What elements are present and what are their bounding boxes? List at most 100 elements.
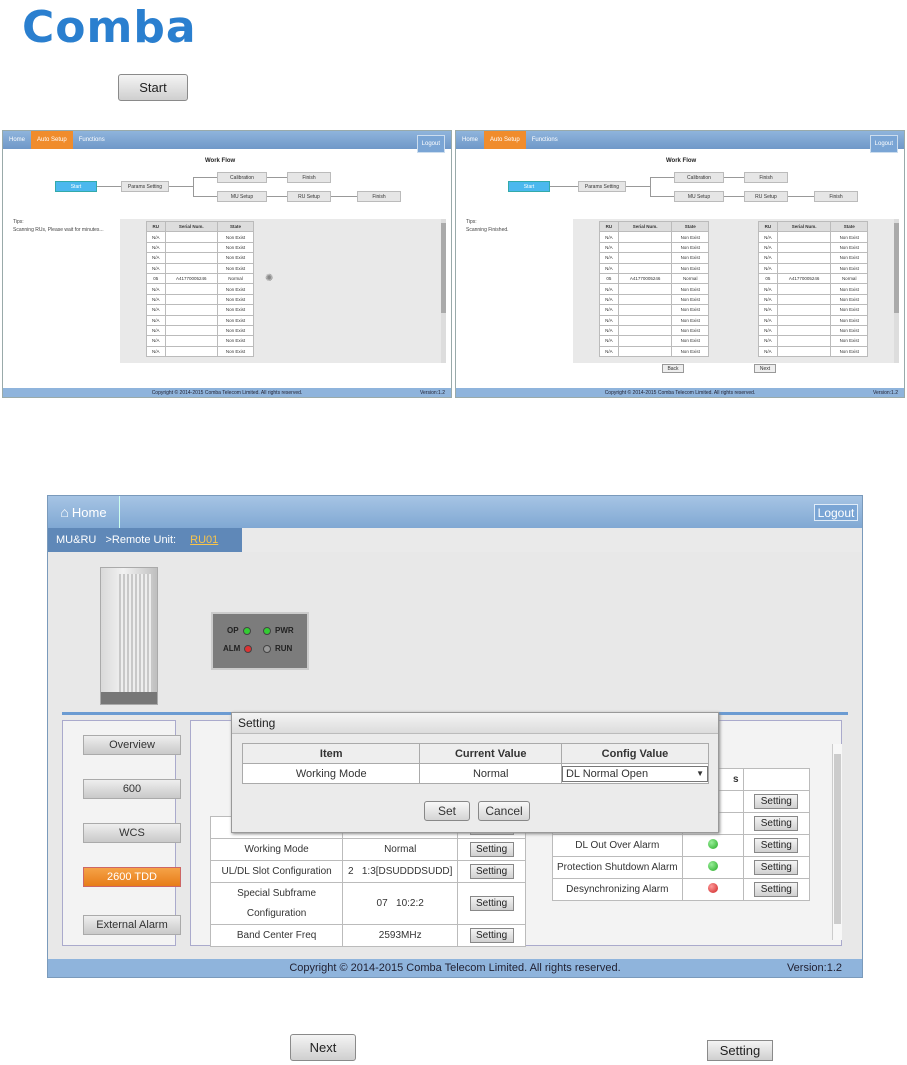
wf-calibration[interactable]: Calibration [674, 172, 724, 183]
table-cell: N/A [758, 324, 778, 337]
next-button[interactable]: Next [754, 364, 776, 373]
footer-version: Version:1.2 [872, 389, 898, 396]
table-cell: Non Exist [217, 345, 254, 358]
table-cell: Non Exist [671, 252, 709, 264]
sidebar-item-wcs[interactable]: WCS [83, 823, 181, 843]
table-row: 05 A41770005246 Normal [599, 272, 709, 285]
setting-button[interactable]: Setting [754, 794, 799, 809]
remote-unit-link[interactable]: RU01 [190, 534, 218, 546]
table-cell [776, 324, 832, 337]
table-cell [617, 314, 673, 326]
next-button-example[interactable]: Next [290, 1034, 356, 1061]
status-green-icon [707, 861, 718, 871]
footer-copyright: Copyright © 2014-2015 Comba Telecom Limi… [604, 389, 756, 396]
nav-auto-setup[interactable]: Auto Setup [31, 131, 73, 149]
header-bar: ⌂ Home Logout [48, 496, 862, 528]
table-cell [617, 231, 673, 243]
table-cell: N/A [599, 304, 619, 316]
sidebar-item-external-alarm[interactable]: External Alarm [83, 915, 181, 935]
table-cell: N/A [599, 345, 619, 358]
scrollbar[interactable] [894, 219, 899, 363]
setting-button[interactable]: Setting [469, 864, 514, 879]
table-cell: Non Exist [671, 283, 709, 295]
logout-button[interactable]: Logout [814, 504, 858, 521]
table-row: Special Subframe Configuration 07 10:2:2 S… [209, 882, 526, 925]
wf-mu-setup[interactable]: MU Setup [674, 191, 724, 202]
table-cell [617, 283, 673, 295]
setting-button[interactable]: Setting [754, 816, 799, 831]
table-row: N/A Non Exist [146, 283, 254, 295]
wf-ru-setup[interactable]: RU Setup [287, 191, 331, 202]
nav-functions[interactable]: Functions [73, 131, 111, 149]
nav-functions[interactable]: Functions [526, 131, 564, 149]
setting-button[interactable]: Setting [754, 882, 799, 897]
scrollbar[interactable] [832, 744, 842, 940]
start-button-example[interactable]: Start [118, 74, 188, 101]
setting-button[interactable]: Setting [754, 838, 799, 853]
parameter-table: DL ATT0dBSetting Working ModeNormalSetti… [209, 816, 526, 947]
sidebar-item-2600-tdd[interactable]: 2600 TDD [83, 867, 181, 887]
wf-mu-setup[interactable]: MU Setup [217, 191, 267, 202]
table-cell: Non Exist [830, 293, 868, 306]
table-cell [776, 252, 832, 264]
wf-finish-1[interactable]: Finish [744, 172, 788, 183]
dropdown-arrow-icon: ▼ [696, 769, 704, 778]
cancel-button[interactable]: Cancel [478, 801, 530, 821]
wf-finish-2[interactable]: Finish [814, 191, 858, 202]
logout-button[interactable]: Logout [416, 135, 445, 153]
col-header: State [671, 220, 709, 233]
nav-home[interactable]: Home [3, 131, 31, 149]
table-cell [164, 262, 219, 274]
table-row: Working Mode Normal Setting [209, 838, 526, 861]
wf-start[interactable]: Start [55, 181, 97, 192]
table-row: N/A Non Exist [146, 324, 254, 337]
set-button[interactable]: Set [424, 801, 470, 821]
table-cell [617, 335, 673, 347]
table-header: RU Serial Num. State [599, 220, 709, 233]
table-cell: N/A [146, 335, 166, 347]
home-button[interactable]: ⌂ Home [48, 496, 120, 528]
col-header: State [217, 220, 254, 233]
wf-params[interactable]: Params Setting [578, 181, 626, 192]
table-cell [776, 314, 832, 326]
param-value: 2 1:3[DSUDDDSUDD] [342, 860, 459, 883]
wf-ru-setup[interactable]: RU Setup [744, 191, 788, 202]
sidebar-item-overview[interactable]: Overview [83, 735, 181, 755]
setting-button[interactable]: Setting [754, 860, 799, 875]
table-cell: N/A [599, 283, 619, 295]
table-cell: N/A [758, 241, 778, 254]
table-row: N/A Non Exist [599, 324, 709, 337]
table-cell: N/A [758, 314, 778, 326]
nav-auto-setup[interactable]: Auto Setup [484, 131, 526, 149]
table-row: N/A Non Exist [146, 293, 254, 306]
table-cell: Non Exist [217, 324, 254, 337]
wf-finish-1[interactable]: Finish [287, 172, 331, 183]
sidebar-item-600[interactable]: 600 [83, 779, 181, 799]
table-row: DL Out Over Alarm Setting [552, 834, 811, 857]
wf-start[interactable]: Start [508, 181, 550, 192]
table-cell [617, 304, 673, 316]
col-header: Serial Num. [164, 220, 219, 233]
table-row: N/A Non Exist [146, 345, 254, 358]
config-select[interactable]: DL Normal Open ▼ [561, 765, 708, 782]
setting-button[interactable]: Setting [469, 896, 514, 911]
wf-params[interactable]: Params Setting [121, 181, 169, 192]
setting-button[interactable]: Setting [469, 842, 514, 857]
wf-finish-2[interactable]: Finish [357, 191, 401, 202]
back-button[interactable]: Back [662, 364, 684, 373]
scrollbar[interactable] [441, 219, 446, 363]
table-cell: N/A [599, 314, 619, 326]
table-cell [617, 345, 673, 358]
setting-button[interactable]: Setting [469, 928, 514, 943]
table-row: N/A Non Exist [599, 231, 709, 243]
table-cell: Non Exist [830, 283, 868, 295]
table-cell: Normal [217, 272, 254, 285]
table-row: N/A Non Exist [758, 335, 868, 347]
logout-button[interactable]: Logout [869, 135, 898, 153]
wf-calibration[interactable]: Calibration [217, 172, 267, 183]
table-cell: N/A [146, 293, 166, 306]
table-cell [776, 304, 832, 316]
setting-button-example[interactable]: Setting [707, 1040, 773, 1061]
table-cell: Non Exist [830, 335, 868, 347]
nav-home[interactable]: Home [456, 131, 484, 149]
